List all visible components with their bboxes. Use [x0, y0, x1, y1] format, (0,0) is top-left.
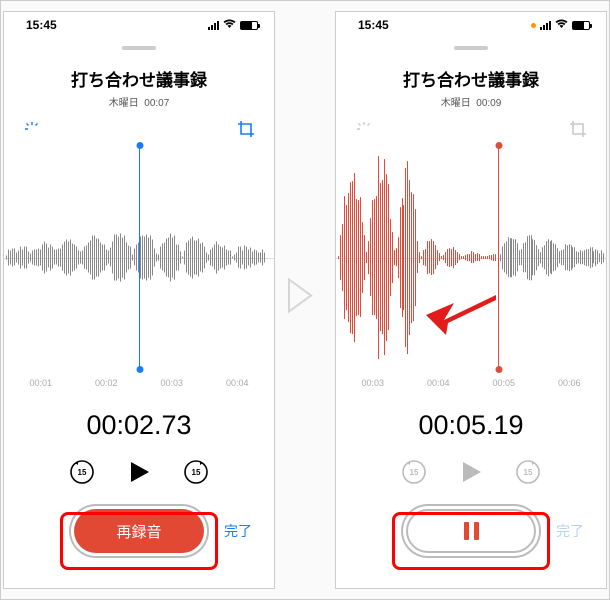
transition-arrow-icon	[283, 274, 327, 327]
play-button[interactable]	[127, 460, 151, 484]
enhance-icon	[354, 119, 374, 139]
time-ruler: 00:0100:0200:0300:04	[4, 378, 274, 388]
crop-icon	[568, 119, 588, 139]
phone-screen-before: 15:45 打ち合わせ議事録 木曜日 00:07	[3, 11, 275, 589]
done-button: 完了	[556, 521, 584, 541]
skip-forward-button[interactable]: 15	[183, 459, 209, 485]
playhead[interactable]	[139, 145, 140, 370]
crop-icon[interactable]	[236, 119, 256, 139]
sheet-grabber[interactable]	[122, 46, 156, 50]
sheet-grabber[interactable]	[454, 46, 488, 50]
svg-text:15: 15	[192, 468, 201, 477]
recording-title: 打ち合わせ議事録	[4, 66, 274, 91]
waveform-area[interactable]	[336, 145, 606, 370]
elapsed-timer: 00:05.19	[336, 410, 606, 441]
rerecord-label: 再録音	[116, 521, 161, 542]
pause-icon	[464, 522, 479, 540]
skip-back-button[interactable]: 15	[69, 459, 95, 485]
cellular-icon	[540, 21, 551, 30]
skip-forward-button: 15	[515, 459, 541, 485]
status-time: 15:45	[358, 18, 389, 32]
recording-title: 打ち合わせ議事録	[336, 66, 606, 91]
status-bar: 15:45	[336, 12, 606, 38]
recording-subtitle: 木曜日 00:07	[4, 94, 274, 109]
recording-indicator-icon	[531, 23, 536, 28]
status-bar: 15:45	[4, 12, 274, 38]
skip-back-button: 15	[401, 459, 427, 485]
done-button[interactable]: 完了	[224, 521, 252, 541]
svg-text:15: 15	[410, 468, 419, 477]
cellular-icon	[208, 21, 219, 30]
phone-screen-after: 15:45 打ち合わせ議事録 木曜日 00:09	[335, 11, 607, 589]
svg-text:15: 15	[524, 468, 533, 477]
pause-record-button[interactable]	[406, 509, 536, 553]
time-ruler: 00:0300:0400:0500:06	[336, 378, 606, 388]
elapsed-timer: 00:02.73	[4, 410, 274, 441]
enhance-icon[interactable]	[22, 119, 42, 139]
waveform-area[interactable]	[4, 145, 274, 370]
recording-subtitle: 木曜日 00:09	[336, 94, 606, 109]
battery-icon	[240, 21, 258, 30]
playhead[interactable]	[498, 145, 499, 370]
wifi-icon	[555, 19, 568, 32]
svg-text:15: 15	[78, 468, 87, 477]
battery-icon	[572, 21, 590, 30]
rerecord-button[interactable]: 再録音	[74, 509, 204, 553]
play-button	[459, 460, 483, 484]
status-time: 15:45	[26, 18, 57, 32]
wifi-icon	[223, 19, 236, 32]
